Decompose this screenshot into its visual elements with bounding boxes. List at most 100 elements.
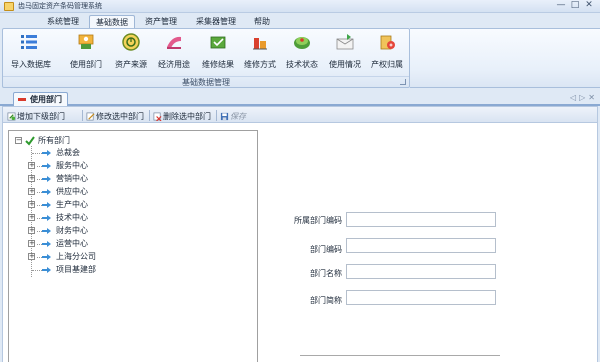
tree-item[interactable]: + 生产中心 [9, 199, 209, 211]
tree-root[interactable]: − 所有部门 [15, 135, 135, 147]
expand-icon[interactable]: + [28, 188, 35, 195]
tree-item-label: 供应中心 [56, 187, 88, 196]
dept-name-label: 部门名称 [310, 269, 342, 278]
menu-bar: 系统管理 基础数据 资产管理 采集器管理 帮助 [0, 13, 600, 28]
delete-department-label: 删除选中部门 [163, 111, 211, 121]
arrow-right-icon [42, 228, 51, 234]
delete-icon [153, 112, 162, 121]
ribbon-group-label: 基础数据管理 [3, 76, 409, 88]
edit-department-button[interactable]: 修改选中部门 [86, 110, 144, 122]
save-label: 保存 [230, 111, 246, 121]
tab-asset-management[interactable]: 资产管理 [138, 15, 184, 28]
expand-icon[interactable]: + [28, 253, 35, 260]
tree-item-label: 财务中心 [56, 226, 88, 235]
repair-result-label: 维修结果 [202, 60, 234, 69]
toolbar-separator [216, 110, 217, 121]
tab-basic-data[interactable]: 基础数据 [89, 15, 135, 28]
document-tab-label: 使用部门 [30, 95, 62, 104]
scroll-left-icon[interactable]: ◁ [570, 93, 576, 102]
add-sub-department-button[interactable]: 增加下级部门 [7, 110, 65, 122]
expand-icon[interactable]: + [28, 240, 35, 247]
repair-method-icon [253, 38, 267, 50]
economic-use-button[interactable]: 经济用途 [158, 32, 190, 72]
economic-use-icon [167, 36, 181, 49]
save-button[interactable]: 保存 [220, 110, 246, 122]
arrow-right-icon [42, 241, 51, 247]
minimize-button[interactable]: — [554, 0, 568, 11]
expand-icon[interactable]: + [28, 214, 35, 221]
tree-item[interactable]: 项目基建部 [9, 264, 209, 276]
repair-result-button[interactable]: 维修结果 [202, 32, 234, 72]
tree-item[interactable]: + 营销中心 [9, 173, 209, 185]
expand-icon[interactable]: + [28, 162, 35, 169]
economic-use-label: 经济用途 [158, 60, 190, 69]
repair-method-label: 维修方式 [244, 60, 276, 69]
edit-icon [86, 112, 95, 120]
tech-status-button[interactable]: 技术状态 [286, 32, 318, 72]
tree-item-label: 项目基建部 [56, 265, 96, 274]
close-tab-icon[interactable]: ✕ [588, 93, 595, 102]
collapse-icon[interactable]: − [15, 137, 22, 144]
tech-status-icon [294, 37, 310, 49]
document-tab-department[interactable]: 使用部门 [13, 92, 68, 106]
close-button[interactable]: ✕ [582, 0, 596, 11]
save-icon [220, 112, 229, 120]
edit-department-label: 修改选中部门 [96, 111, 144, 121]
tree-item[interactable]: + 服务中心 [9, 160, 209, 172]
tree-item-label: 生产中心 [56, 200, 88, 209]
tree-item-label: 总裁会 [56, 148, 80, 157]
tree-item-label: 运营中心 [56, 239, 88, 248]
tree-item[interactable]: 总裁会 [9, 147, 209, 159]
expand-icon[interactable]: + [28, 201, 35, 208]
tree-item-label: 上海分公司 [56, 252, 96, 261]
dept-code-label: 部门编码 [310, 245, 342, 254]
tree-item[interactable]: + 技术中心 [9, 212, 209, 224]
tree-item[interactable]: + 运营中心 [9, 238, 209, 250]
arrow-right-icon [42, 254, 51, 260]
expand-icon[interactable]: + [28, 175, 35, 182]
import-database-button[interactable]: 导入数据库 [11, 32, 51, 72]
asset-source-button[interactable]: 资产来源 [115, 32, 147, 72]
parent-dept-code-input[interactable] [346, 212, 496, 227]
maximize-button[interactable]: □ [568, 0, 582, 11]
window-title: 齿马固定资产条码管理系统 [18, 2, 102, 10]
tab-help[interactable]: 帮助 [248, 15, 276, 28]
usage-button[interactable]: 使用情况 [329, 32, 361, 72]
tree-root-label: 所有部门 [38, 136, 70, 145]
scroll-right-icon[interactable]: ▷ [579, 93, 585, 102]
tree-item-label: 技术中心 [56, 213, 88, 222]
toolbar-separator [149, 110, 150, 121]
tree-item[interactable]: + 供应中心 [9, 186, 209, 198]
asset-source-icon [122, 33, 140, 51]
dept-code-input[interactable] [346, 238, 496, 253]
delete-department-button[interactable]: 删除选中部门 [153, 110, 211, 122]
ownership-button[interactable]: 产权归属 [371, 32, 403, 72]
dialog-launcher-icon[interactable] [400, 79, 406, 85]
tree-item-label: 服务中心 [56, 161, 88, 170]
import-database-icon [21, 35, 37, 49]
ownership-icon [380, 35, 395, 50]
arrow-right-icon [42, 163, 51, 169]
asset-source-label: 资产来源 [115, 60, 147, 69]
department-icon [78, 34, 94, 49]
arrow-right-icon [42, 150, 51, 156]
dept-short-name-input[interactable] [346, 290, 496, 305]
dept-name-input[interactable] [346, 264, 496, 279]
usage-icon [336, 34, 354, 50]
department-button[interactable]: 使用部门 [70, 32, 102, 72]
parent-dept-code-label: 所属部门编码 [294, 216, 342, 225]
ownership-label: 产权归属 [371, 60, 403, 69]
ribbon-panel: 导入数据库 使用部门 资产来源 经济用途 维修结果 维修方式 技术状态 使用情况… [2, 28, 410, 88]
tree-item[interactable]: + 上海分公司 [9, 251, 209, 263]
department-label: 使用部门 [70, 60, 102, 69]
toolbar: 增加下级部门 修改选中部门 删除选中部门 保存 [2, 106, 598, 123]
usage-label: 使用情况 [329, 60, 361, 69]
import-database-label: 导入数据库 [11, 60, 51, 69]
arrow-right-icon [42, 176, 51, 182]
department-tree[interactable]: − 所有部门 总裁会 + 服务中心 + 营销中心 + 供应中心 + 生产中心 + [8, 130, 258, 362]
expand-icon[interactable]: + [28, 227, 35, 234]
repair-method-button[interactable]: 维修方式 [244, 32, 276, 72]
tab-system-management[interactable]: 系统管理 [40, 15, 86, 28]
tree-item[interactable]: + 财务中心 [9, 225, 209, 237]
tab-collector-management[interactable]: 采集器管理 [188, 15, 244, 28]
